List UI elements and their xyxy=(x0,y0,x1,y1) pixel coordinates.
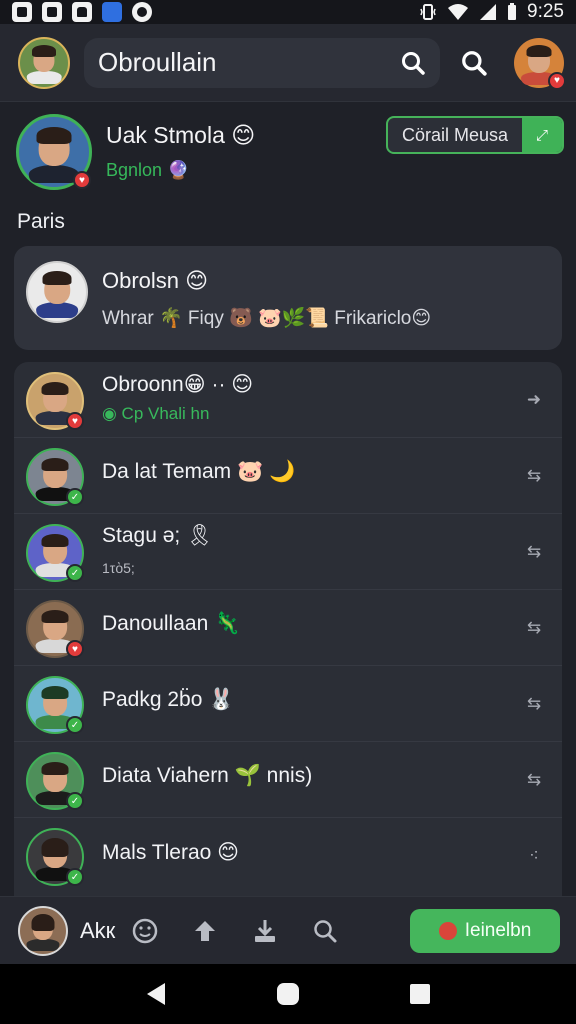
chat-row[interactable]: ✓ Diata Viahern 🌱 nnis) ⇆ xyxy=(14,742,562,818)
search-button[interactable] xyxy=(305,911,345,951)
profile-action-label: Cörail Meusa xyxy=(401,124,509,145)
chat-avatar: ✓ xyxy=(26,448,84,506)
profile-avatar[interactable]: ♥ xyxy=(514,37,566,90)
featured-title: Obrolsn 😊 xyxy=(102,268,209,293)
app-bar: Obroullain ♥ xyxy=(0,24,576,102)
home-button[interactable] xyxy=(268,974,308,1014)
recents-button[interactable] xyxy=(400,974,440,1014)
profile-name: Uak Stmola 😊 xyxy=(106,122,256,148)
signal-icon xyxy=(480,4,497,20)
primary-action-button[interactable]: Ieinelbn xyxy=(410,908,560,953)
profile-action-button[interactable]: Cörail Meusa ⤢ xyxy=(386,116,564,154)
home-notification-icon xyxy=(72,2,92,22)
search-bar[interactable]: Obroullain xyxy=(84,37,440,88)
chat-row[interactable]: ✓ Padkg 2b̈o 🐰 ⇆ xyxy=(14,666,562,742)
user-avatar[interactable] xyxy=(18,905,68,956)
status-bar: 9:25 xyxy=(0,0,576,24)
heart-badge-icon: ♥ xyxy=(66,412,84,430)
emoji-button[interactable] xyxy=(125,911,165,951)
back-triangle-icon xyxy=(147,983,165,1005)
featured-avatar xyxy=(26,261,88,323)
app-notification-icon xyxy=(102,2,122,22)
chat-row[interactable]: ♥ Obroonn😁 ·· 😊 ◉ Cp Vhali hn ➜ xyxy=(14,362,562,438)
record-icon xyxy=(438,921,457,940)
crystal-emoji-icon: 🔮 xyxy=(167,160,190,180)
app-title: Obroullain xyxy=(98,47,217,77)
collapse-arrows-icon[interactable]: ⇆ xyxy=(522,464,546,488)
vibrate-icon xyxy=(420,4,436,20)
download-button[interactable] xyxy=(245,911,285,951)
heart-badge-icon: ♥ xyxy=(548,71,566,90)
featured-message: Whrar 🌴 Fiqy 🐻 🐷🌿📜 Frikariclo😊 xyxy=(102,308,432,329)
profile-photo[interactable]: ♥ xyxy=(16,114,92,190)
smile-emoji-icon: 😊 xyxy=(185,268,209,293)
chat-avatar: ✓ xyxy=(26,524,84,582)
collapse-arrows-icon[interactable]: ⇆ xyxy=(522,692,546,716)
chat-notification-icon xyxy=(132,2,152,22)
heart-badge-icon: ♥ xyxy=(66,640,84,658)
back-button[interactable] xyxy=(136,974,176,1014)
collapse-arrows-icon[interactable]: ⇆ xyxy=(522,768,546,792)
search-button[interactable] xyxy=(454,43,494,83)
chat-name: Diata Viahern 🌱 nnis) xyxy=(102,764,313,787)
primary-action-label: Ieinelbn xyxy=(464,919,532,941)
chat-avatar: ✓ xyxy=(26,828,84,886)
chat-list: ♥ Obroonn😁 ·· 😊 ◉ Cp Vhali hn ➜ ✓ Da lat… xyxy=(14,362,562,896)
chat-name: Stagu ə; 🎗 xyxy=(102,524,213,547)
smile-emoji-icon: 😊 xyxy=(231,122,256,148)
home-circle-icon xyxy=(277,983,299,1005)
chat-avatar: ♥ xyxy=(26,372,84,430)
chat-row[interactable]: ✓ Stagu ə; 🎗 1τὸ5; ⇆ xyxy=(14,514,562,590)
expand-arrow-icon: ⤢ xyxy=(522,118,562,152)
chat-name: Obroonn😁 ·· 😊 xyxy=(102,373,254,396)
status-time: 9:25 xyxy=(527,1,564,22)
featured-chat-card[interactable]: Obrolsn 😊 Whrar 🌴 Fiqy 🐻 🐷🌿📜 Frikariclo😊 xyxy=(14,246,562,350)
chat-avatar: ✓ xyxy=(26,752,84,810)
download-icon xyxy=(255,919,276,942)
recents-square-icon xyxy=(410,984,430,1004)
upload-button[interactable] xyxy=(185,911,225,951)
battery-icon xyxy=(508,3,517,20)
chat-name: Da lat Temam 🐷 🌙 xyxy=(102,460,296,483)
chat-row[interactable]: ✓ Mals Tlerao 😊 ⁖ xyxy=(14,818,562,894)
send-arrow-icon[interactable]: ➜ xyxy=(522,388,546,412)
check-badge-icon: ✓ xyxy=(66,792,84,810)
search-icon xyxy=(462,50,487,76)
chat-name: Padkg 2b̈o 🐰 xyxy=(102,688,235,711)
profile-status: Bgnlon 🔮 xyxy=(106,160,190,180)
system-nav-bar xyxy=(0,964,576,1024)
notification-icon xyxy=(12,2,32,22)
bottom-bar: Akк Ieinelbn xyxy=(0,896,576,964)
profile-header: ♥ Uak Stmola 😊 Bgnlon 🔮 Cörail Meusa ⤢ xyxy=(16,110,564,200)
account-avatar[interactable] xyxy=(18,36,70,89)
image-notification-icon xyxy=(42,2,62,22)
check-badge-icon: ✓ xyxy=(66,716,84,734)
more-dots-icon[interactable]: ⁖ xyxy=(522,844,546,868)
chat-status: ◉ Cp Vhali hn xyxy=(102,404,210,423)
section-label: Paris xyxy=(17,210,65,233)
check-badge-icon: ✓ xyxy=(66,564,84,582)
chat-avatar: ♥ xyxy=(26,600,84,658)
heart-badge-icon: ♥ xyxy=(73,171,91,189)
check-badge-icon: ✓ xyxy=(66,868,84,886)
collapse-arrows-icon[interactable]: ⇆ xyxy=(522,616,546,640)
chat-row[interactable]: ✓ Da lat Temam 🐷 🌙 ⇆ xyxy=(14,438,562,514)
chat-name: Danoullaan 🦎 xyxy=(102,612,241,635)
chat-row[interactable]: ♥ Danoullaan 🦎 ⇆ xyxy=(14,590,562,666)
emoji-icon xyxy=(133,918,158,943)
wifi-icon xyxy=(448,4,469,20)
chat-name: Mals Tlerao 😊 xyxy=(102,841,240,864)
check-badge-icon: ✓ xyxy=(66,488,84,506)
upload-icon xyxy=(195,920,216,941)
chat-status: 1τὸ5; xyxy=(102,560,135,576)
chat-avatar: ✓ xyxy=(26,676,84,734)
search-icon xyxy=(314,919,337,942)
user-name: Akк xyxy=(80,917,116,943)
search-icon[interactable] xyxy=(400,50,426,76)
collapse-arrows-icon[interactable]: ⇆ xyxy=(522,540,546,564)
